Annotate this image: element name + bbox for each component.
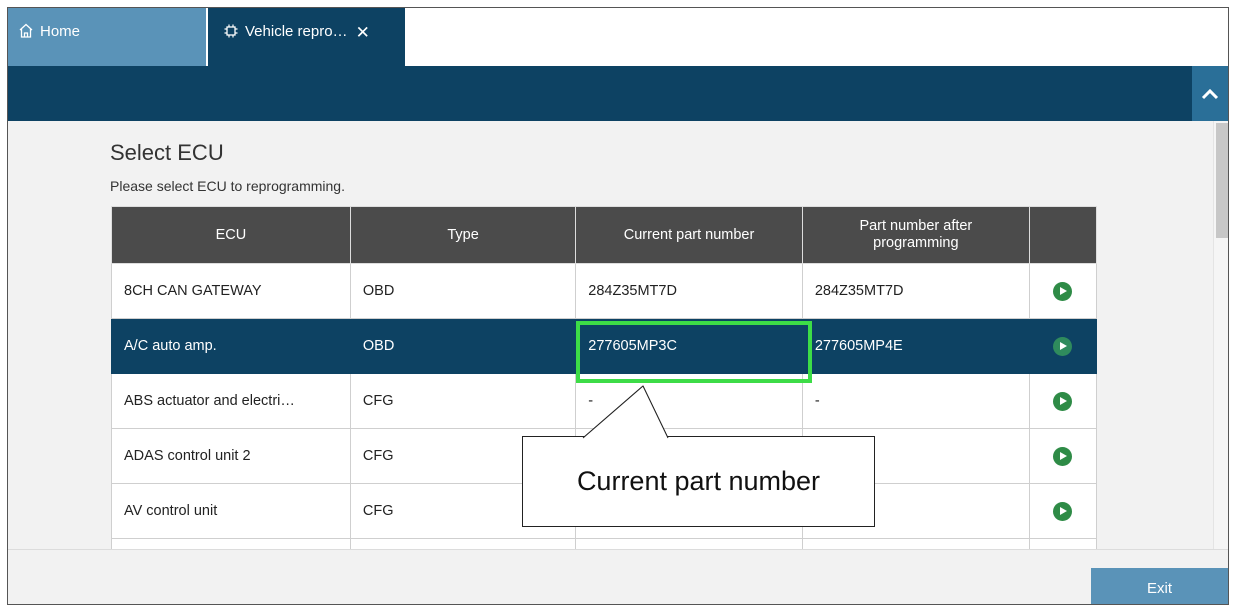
cell-current-part-number: 284Z35MT7D bbox=[575, 263, 803, 319]
cell-ecu: ADAS control unit 2 bbox=[111, 428, 351, 484]
column-header-part-number-after: Part number after programming bbox=[801, 206, 1030, 264]
tab-vehicle-label: Vehicle repro… bbox=[245, 23, 348, 40]
table-row[interactable] bbox=[111, 538, 1098, 549]
tab-bar: Home Vehicle repro… ✕ bbox=[8, 8, 1228, 66]
column-header-action bbox=[1028, 206, 1098, 264]
cell-type: CFG bbox=[349, 373, 577, 429]
cell-ecu bbox=[111, 538, 351, 549]
cell-part-number-after: - bbox=[801, 373, 1030, 429]
cell-action bbox=[1028, 538, 1098, 549]
column-header-type: Type bbox=[349, 206, 577, 264]
play-circle-icon[interactable] bbox=[1053, 446, 1073, 466]
callout-label: Current part number bbox=[522, 436, 875, 527]
cell-ecu: 8CH CAN GATEWAY bbox=[111, 263, 351, 319]
chip-icon bbox=[223, 23, 239, 43]
exit-button[interactable]: Exit bbox=[1091, 568, 1228, 604]
cell-ecu: AV control unit bbox=[111, 483, 351, 539]
cell-type: OBD bbox=[349, 263, 577, 319]
table-row[interactable]: 8CH CAN GATEWAY OBD 284Z35MT7D 284Z35MT7… bbox=[111, 263, 1098, 319]
column-header-current-part-number: Current part number bbox=[575, 206, 803, 264]
cell-action bbox=[1028, 428, 1098, 484]
title-bar bbox=[8, 66, 1228, 121]
tab-vehicle-reprogramming[interactable]: Vehicle repro… ✕ bbox=[208, 8, 405, 66]
cell-part-number-after: 284Z35MT7D bbox=[801, 263, 1030, 319]
close-tab-icon[interactable]: ✕ bbox=[356, 23, 370, 43]
play-circle-icon[interactable] bbox=[1053, 281, 1073, 301]
cell-ecu: A/C auto amp. bbox=[111, 318, 351, 374]
vertical-scrollbar[interactable] bbox=[1213, 121, 1228, 549]
page-title: Select ECU bbox=[110, 140, 224, 165]
table-row-selected[interactable]: A/C auto amp. OBD 277605MP3C 277605MP4E bbox=[111, 318, 1098, 374]
collapse-button[interactable] bbox=[1192, 66, 1228, 121]
home-icon bbox=[18, 23, 34, 42]
cell-current-part-number: - bbox=[575, 373, 803, 429]
play-circle-icon[interactable] bbox=[1053, 336, 1073, 356]
cell-action bbox=[1028, 263, 1098, 319]
play-circle-icon[interactable] bbox=[1053, 501, 1073, 521]
table-header-row: ECU Type Current part number Part number… bbox=[111, 206, 1098, 264]
tab-home-label: Home bbox=[40, 23, 81, 40]
app-window: Home Vehicle repro… ✕ Select ECU Please … bbox=[7, 7, 1229, 605]
cell-action bbox=[1028, 483, 1098, 539]
cell-ecu: ABS actuator and electri… bbox=[111, 373, 351, 429]
tab-home[interactable]: Home bbox=[8, 8, 206, 66]
play-circle-icon[interactable] bbox=[1053, 391, 1073, 411]
cell-type bbox=[349, 538, 577, 549]
cell-type: OBD bbox=[349, 318, 577, 374]
cell-action bbox=[1028, 373, 1098, 429]
bottom-bar: Exit bbox=[8, 549, 1228, 604]
chevron-up-icon bbox=[1201, 88, 1219, 99]
table-row[interactable]: ABS actuator and electri… CFG - - bbox=[111, 373, 1098, 429]
page-subtitle: Please select ECU to reprogramming. bbox=[110, 178, 345, 194]
cell-part-number-after: 277605MP4E bbox=[801, 318, 1030, 374]
cell-current-part-number: 277605MP3C bbox=[575, 318, 803, 374]
column-header-ecu: ECU bbox=[111, 206, 351, 264]
cell-current-part-number bbox=[575, 538, 803, 549]
cell-part-number-after bbox=[801, 538, 1030, 549]
cell-action bbox=[1028, 318, 1098, 374]
scrollbar-thumb[interactable] bbox=[1216, 123, 1228, 238]
